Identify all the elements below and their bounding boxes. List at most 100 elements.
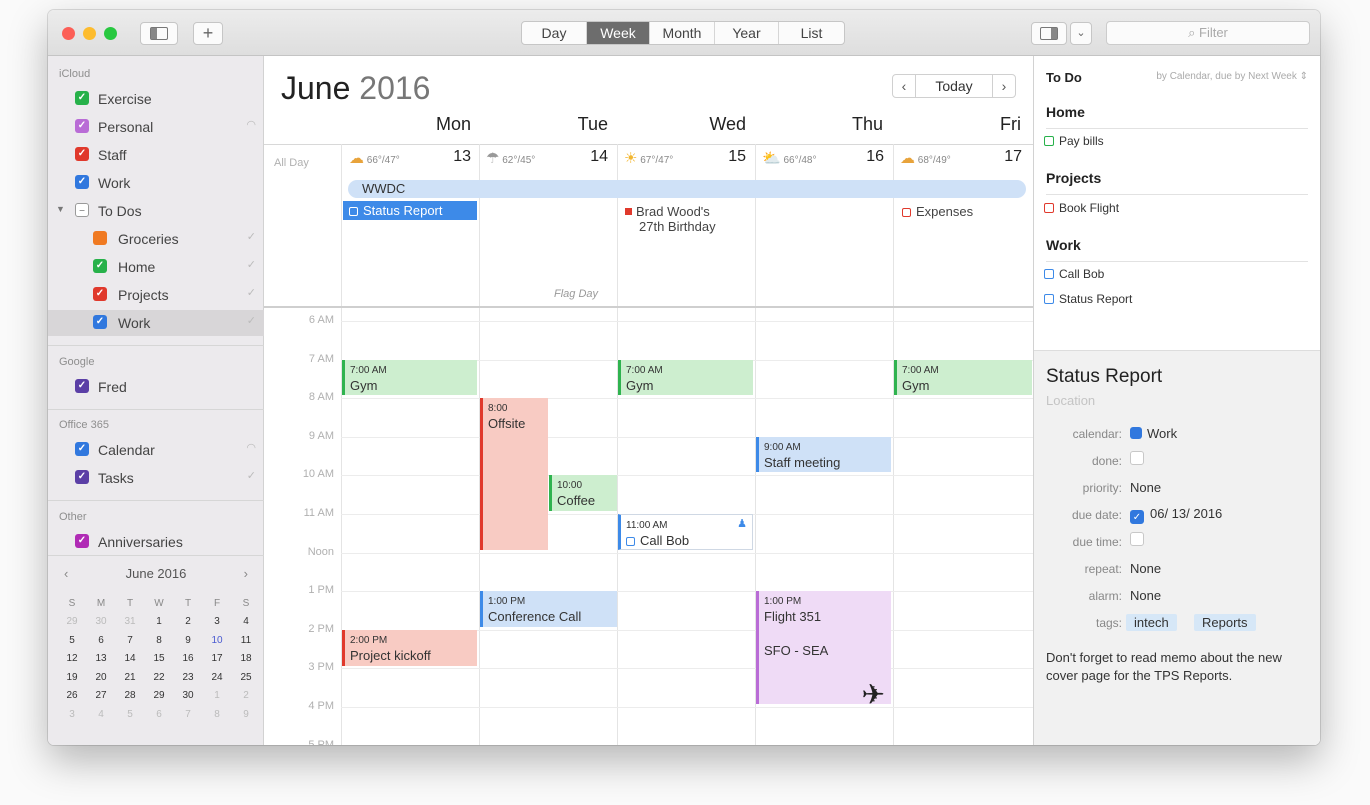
mini-calendar-day[interactable]: 15 [145,653,173,664]
minimize-window-button[interactable] [83,27,96,40]
checkbox-icon[interactable]: ✓ [93,287,107,301]
checkbox-icon[interactable]: ✓ [75,379,89,393]
mini-calendar-day[interactable]: 17 [203,653,231,664]
todo-checkbox-icon[interactable] [626,537,635,546]
all-day-event-wwdc[interactable]: WWDC [348,180,1026,198]
checkbox-icon[interactable] [1130,451,1144,465]
mini-calendar-day[interactable]: 13 [87,653,115,664]
due-date-value[interactable]: ✓ 06/ 13/ 2016 [1130,506,1222,524]
sidebar-item-personal[interactable]: ✓ Personal ◠ [48,114,264,140]
notes-field[interactable]: Don't forget to read memo about the new … [1046,649,1312,685]
mini-calendar-day[interactable]: 2 [174,616,202,627]
todo-checkbox-icon[interactable] [1044,294,1054,304]
all-day-event-expenses[interactable]: Expenses [902,204,973,219]
done-checkbox[interactable] [1130,451,1144,466]
sidebar-item-projects[interactable]: ✓ Projects ✓ [48,282,264,308]
disclosure-triangle-icon[interactable]: ▼ [56,204,65,214]
mini-calendar-day[interactable]: 11 [232,635,260,646]
sidebar-item-todos[interactable]: ▼ – To Dos [48,198,264,224]
mini-calendar-day[interactable]: 7 [174,709,202,720]
todo-checkbox-icon[interactable] [349,207,358,216]
mini-calendar-day[interactable]: 5 [116,709,144,720]
mini-calendar-day[interactable]: 27 [87,690,115,701]
mini-calendar-day[interactable]: 20 [87,672,115,683]
mini-calendar-day[interactable]: 10 [203,635,231,646]
todo-checkbox-icon[interactable] [1044,136,1054,146]
mini-calendar-day[interactable]: 8 [203,709,231,720]
chevron-down-icon[interactable]: ⌄ [1070,22,1092,45]
mini-calendar-day[interactable]: 5 [58,635,86,646]
event-conference-call[interactable]: 1:00 PM Conference Call [480,591,617,627]
checkbox-icon[interactable]: ✓ [75,91,89,105]
event-coffee[interactable]: 10:00 Coffee [549,475,617,511]
view-week-tab[interactable]: Week [587,22,650,44]
mini-calendar-day[interactable]: 25 [232,672,260,683]
mini-calendar-day[interactable]: 6 [145,709,173,720]
view-day-tab[interactable]: Day [522,22,587,44]
priority-value[interactable]: None [1130,480,1161,495]
previous-week-button[interactable]: ‹ [892,74,916,98]
checkbox-icon[interactable]: ✓ [75,534,89,548]
mini-calendar-day[interactable]: 3 [203,616,231,627]
mini-calendar-day[interactable]: 2 [232,690,260,701]
calendar-value[interactable]: Work [1130,426,1177,441]
filter-search-field[interactable]: ⌕ Filter [1106,21,1310,45]
todo-item-call-bob[interactable]: Call Bob [1044,267,1104,281]
today-button[interactable]: Today [915,74,993,98]
checkbox-icon[interactable] [1130,532,1144,546]
checkbox-icon[interactable]: ✓ [93,259,107,273]
close-window-button[interactable] [62,27,75,40]
checkbox-icon[interactable]: ✓ [75,147,89,161]
mini-calendar-day[interactable]: 12 [58,653,86,664]
zoom-window-button[interactable] [104,27,117,40]
mini-calendar-day[interactable]: 8 [145,635,173,646]
mini-next-month-button[interactable]: › [244,566,248,581]
sidebar-item-home[interactable]: ✓ Home ✓ [48,254,264,280]
todo-item-pay-bills[interactable]: Pay bills [1044,134,1104,148]
all-day-event-birthday[interactable]: Brad Wood's 27th Birthday [625,204,716,234]
todo-checkbox-icon[interactable] [1044,269,1054,279]
mini-calendar-day[interactable]: 3 [58,709,86,720]
sidebar-item-groceries[interactable]: Groceries ✓ [48,226,264,252]
mini-calendar-day[interactable]: 28 [116,690,144,701]
mini-calendar-day[interactable]: 29 [58,616,86,627]
event-call-bob[interactable]: 11:00 AM Call Bob ♟ [618,514,753,550]
due-date-text[interactable]: 06/ 13/ 2016 [1150,506,1222,521]
mini-calendar-day[interactable]: 26 [58,690,86,701]
mini-calendar-day[interactable]: 18 [232,653,260,664]
sidebar-item-anniversaries[interactable]: ✓ Anniversaries [48,529,264,555]
toggle-sidebar-button[interactable] [140,22,178,45]
location-field[interactable]: Location [1046,393,1095,408]
mini-calendar-day[interactable]: 14 [116,653,144,664]
todo-checkbox-icon[interactable] [902,208,911,217]
checkbox-icon[interactable]: – [75,203,89,217]
sidebar-item-exercise[interactable]: ✓ Exercise [48,86,264,112]
mini-calendar-day[interactable]: 23 [174,672,202,683]
event-gym-fri[interactable]: 7:00 AM Gym [894,360,1032,395]
mini-calendar-day[interactable]: 4 [87,709,115,720]
todo-checkbox-icon[interactable] [1044,203,1054,213]
sidebar-item-calendar[interactable]: ✓ Calendar ◠ [48,437,264,463]
todo-sort-popup[interactable]: by Calendar, due by Next Week ⇕ [1156,71,1308,82]
add-button[interactable]: + [193,22,223,45]
event-flight-351[interactable]: 1:00 PM Flight 351 SFO - SEA ✈ [756,591,891,704]
due-time-checkbox[interactable] [1130,532,1144,547]
mini-calendar-day[interactable]: 6 [87,635,115,646]
view-month-tab[interactable]: Month [650,22,715,44]
checkbox-icon[interactable]: ✓ [75,470,89,484]
detail-title[interactable]: Status Report [1046,366,1162,388]
tag-reports[interactable]: Reports [1194,614,1256,631]
mini-calendar-day[interactable]: 31 [116,616,144,627]
todo-item-book-flight[interactable]: Book Flight [1044,201,1119,215]
mini-calendar-day[interactable]: 22 [145,672,173,683]
mini-calendar-day[interactable]: 4 [232,616,260,627]
mini-calendar-day[interactable]: 24 [203,672,231,683]
sidebar-item-work-todos[interactable]: ✓ Work ✓ [48,310,264,336]
toggle-inspector-button[interactable] [1031,22,1067,45]
checkbox-icon[interactable] [93,231,107,245]
next-week-button[interactable]: › [992,74,1016,98]
sidebar-item-fred[interactable]: ✓ Fred [48,374,264,400]
repeat-value[interactable]: None [1130,561,1161,576]
event-gym-wed[interactable]: 7:00 AM Gym [618,360,753,395]
mini-calendar-day[interactable]: 1 [203,690,231,701]
